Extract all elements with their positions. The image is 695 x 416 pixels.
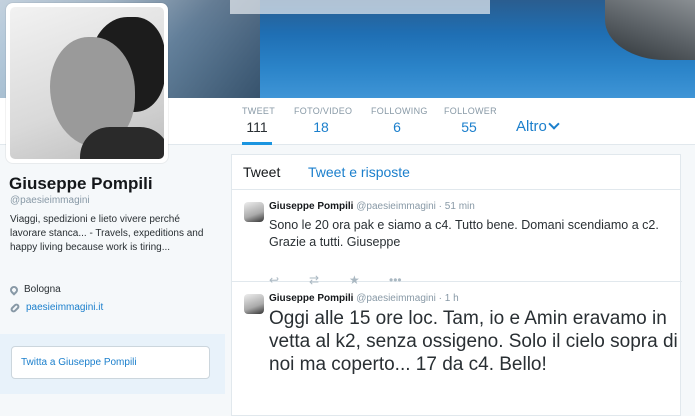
tweet-author-name[interactable]: Giuseppe Pompili (269, 293, 353, 304)
tweet-author-handle[interactable]: @paesieimmagini (356, 201, 436, 212)
nav-more-label: Altro (516, 118, 547, 135)
nav-photos-videos-label: FOTO/VIDEO (294, 106, 353, 116)
nav-more-button[interactable]: Altro (516, 118, 560, 135)
tweet-separator: · (438, 293, 443, 304)
nav-tweets-count: 111 (246, 119, 268, 135)
tweet-item[interactable]: Giuseppe Pompili @paesieimmagini · 51 mi… (232, 190, 682, 287)
chevron-down-icon (548, 118, 560, 130)
tweet-avatar[interactable] (244, 202, 264, 222)
tweet-author-handle[interactable]: @paesieimmagini (356, 293, 436, 304)
nav-following[interactable]: FOLLOWING 6 (371, 106, 428, 135)
banner-mountain-right (605, 0, 695, 60)
tweet-time[interactable]: 51 min (445, 201, 475, 212)
tweet-item[interactable]: Giuseppe Pompili @paesieimmagini · 1 h O… (232, 282, 682, 416)
tweet-text: Sono le 20 ora pak e siamo a c4. Tutto b… (269, 218, 659, 249)
link-icon (9, 301, 21, 314)
profile-name[interactable]: Giuseppe Pompili (9, 174, 153, 194)
tweet-header: Giuseppe Pompili @paesieimmagini · 51 mi… (269, 201, 475, 212)
profile-handle[interactable]: @paesieimmagini (10, 195, 90, 206)
nav-tweets[interactable]: TWEET 111 (242, 106, 275, 145)
nav-photos-videos[interactable]: FOTO/VIDEO 18 (294, 106, 353, 135)
location-pin-icon (8, 283, 20, 296)
profile-website-link[interactable]: paesieimmagini.it (26, 302, 103, 313)
nav-photos-videos-count: 18 (313, 119, 329, 135)
nav-following-label: FOLLOWING (371, 106, 428, 116)
profile-website[interactable]: paesieimmagini.it (9, 301, 103, 314)
nav-followers-label: FOLLOWER (444, 106, 497, 116)
tweet-text: Oggi alle 15 ore loc. Tam, io e Amin era… (269, 308, 678, 375)
profile-avatar[interactable] (6, 3, 168, 163)
tweet-to-button[interactable]: Twitta a Giuseppe Pompili (11, 346, 210, 379)
profile-bio: Viaggi, spedizioni e lieto vivere perché… (10, 214, 204, 253)
banner-sky (230, 0, 490, 14)
tweet-time[interactable]: 1 h (445, 293, 459, 304)
tab-tweets-and-replies[interactable]: Tweet e risposte (308, 164, 410, 180)
profile-location-text: Bologna (24, 284, 61, 295)
nav-tweets-label: TWEET (242, 106, 275, 116)
avatar-shoulders (80, 127, 164, 159)
nav-followers[interactable]: FOLLOWER 55 (444, 106, 497, 135)
tweet-header: Giuseppe Pompili @paesieimmagini · 1 h (269, 293, 459, 304)
timeline: Tweet Tweet e risposte Giuseppe Pompili … (231, 154, 682, 416)
tweet-separator: · (438, 201, 443, 212)
profile-location: Bologna (8, 283, 61, 296)
timeline-tabs: Tweet Tweet e risposte (232, 155, 680, 190)
nav-following-count: 6 (393, 119, 401, 135)
tweet-avatar[interactable] (244, 294, 264, 314)
tweet-author-name[interactable]: Giuseppe Pompili (269, 201, 353, 212)
tab-tweets[interactable]: Tweet (243, 164, 280, 180)
avatar-photo (10, 7, 164, 159)
nav-followers-count: 55 (461, 119, 477, 135)
